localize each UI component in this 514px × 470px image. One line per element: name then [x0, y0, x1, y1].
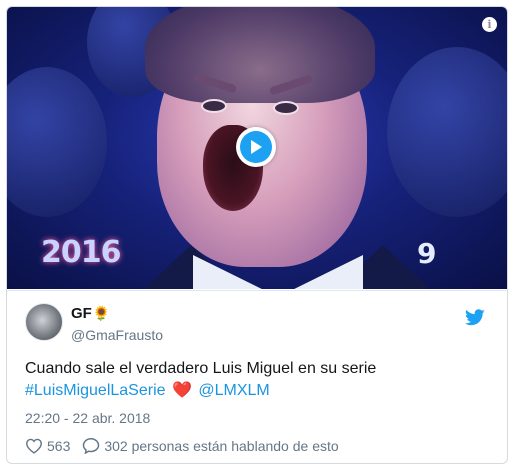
heart-icon	[25, 438, 43, 454]
heart-emoji: ❤️	[171, 382, 192, 399]
video-frame-eye	[273, 101, 299, 115]
video-overlay-channel-logo: 9	[417, 237, 437, 270]
reply-bubble-icon	[83, 437, 100, 454]
background-audience	[387, 47, 507, 217]
tweet-body: GF🌻 @GmaFrausto Cuando sale el verdadero…	[7, 290, 507, 463]
background-audience	[7, 67, 107, 217]
display-name[interactable]: GF🌻	[71, 305, 110, 322]
video-overlay-2016-logo: 2016	[41, 235, 121, 270]
tweet-text-line: Cuando sale el verdadero Luis Miguel en …	[25, 360, 377, 377]
replies-text: 302 personas están hablando de esto	[104, 437, 339, 454]
video-frame-hair	[145, 7, 375, 103]
mention-link[interactable]: @LMXLM	[198, 382, 269, 399]
video-frame-eye	[201, 99, 227, 113]
twitter-bird-icon[interactable]	[465, 309, 485, 326]
display-name-text: GF	[71, 305, 92, 322]
avatar[interactable]	[25, 303, 63, 341]
tweet-text-line-2: #LuisMiguelLaSerie ❤️ @LMXLM	[25, 380, 495, 402]
replies-button[interactable]: 302 personas están hablando de esto	[82, 437, 339, 454]
info-icon[interactable]: i	[482, 17, 497, 32]
tweet-timestamp[interactable]: 22:20 - 22 abr. 2018	[25, 410, 150, 426]
play-button[interactable]	[236, 127, 276, 167]
play-icon	[240, 131, 272, 163]
hashtag-link[interactable]: #LuisMiguelLaSerie	[25, 382, 166, 399]
likes-count: 563	[47, 437, 71, 454]
like-button[interactable]: 563	[25, 438, 70, 454]
user-handle[interactable]: @GmaFrausto	[71, 327, 163, 343]
tweet-video-preview[interactable]: 2016 9 i	[7, 7, 507, 289]
embedded-tweet-card: 2016 9 i GF🌻 @GmaFrausto Cuando sale el …	[6, 6, 508, 464]
tweet-text: Cuando sale el verdadero Luis Miguel en …	[25, 358, 495, 402]
sunflower-emoji: 🌻	[92, 305, 111, 321]
tweet-actions: 563 302 personas están hablando de esto	[25, 437, 339, 454]
